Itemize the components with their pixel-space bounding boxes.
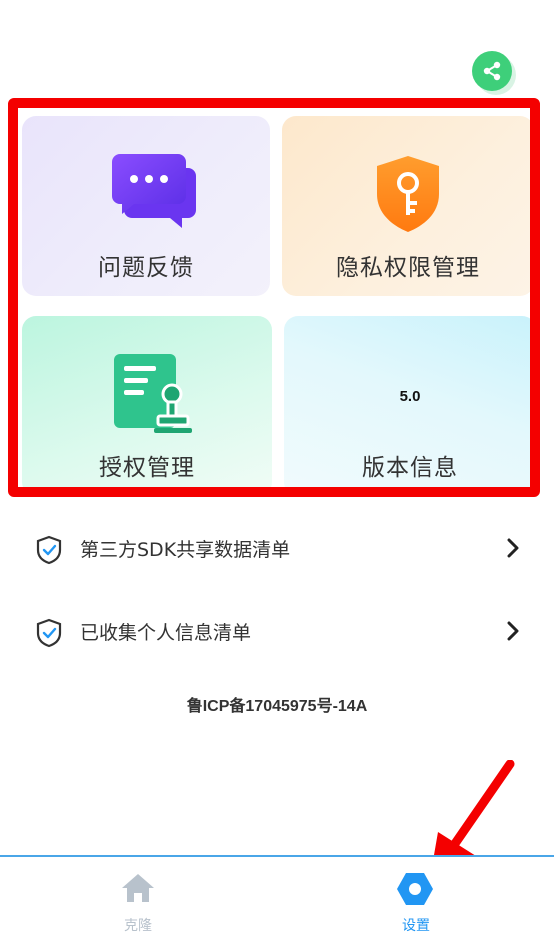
sdk-data-list-label: 第三方SDK共享数据清单 [80,538,291,561]
tab-settings-label: 设置 [402,918,430,934]
highlighted-card-grid: 问题反馈 隐私权限管理 授权管理 5.0 版本信息 [8,98,540,497]
share-button[interactable] [472,51,512,91]
personal-info-list-label: 已收集个人信息清单 [80,621,252,644]
shield-check-icon [36,535,62,565]
version-number: 5.0 [399,388,421,405]
tab-clone-label: 克隆 [124,918,152,934]
feedback-label: 问题反馈 [98,255,194,281]
sdk-data-list-row[interactable]: 第三方SDK共享数据清单 [0,518,554,578]
key-shield-icon [377,156,439,232]
settings-icon [397,873,433,905]
icp-license-text[interactable]: 鲁ICP备17045975号-14A [0,692,554,716]
tab-clone[interactable]: 克隆 [68,857,208,939]
privacy-label: 隐私权限管理 [336,255,480,281]
document-stamp-icon [114,354,192,433]
authorization-card[interactable]: 授权管理 [22,316,272,487]
personal-info-list-row[interactable]: 已收集个人信息清单 [0,601,554,661]
tab-settings[interactable]: 设置 [346,857,486,939]
chevron-right-icon [507,538,519,558]
shield-check-icon [36,618,62,648]
authorization-label: 授权管理 [99,455,195,481]
share-icon [483,61,501,81]
feedback-card[interactable]: 问题反馈 [22,116,270,296]
chevron-right-icon [507,621,519,641]
bottom-tab-bar: 克隆 设置 [0,855,554,939]
chat-bubbles-icon [112,154,196,228]
version-card[interactable]: 5.0 版本信息 [284,316,530,487]
home-icon [122,874,154,902]
privacy-card[interactable]: 隐私权限管理 [282,116,530,296]
version-label: 版本信息 [362,455,458,481]
